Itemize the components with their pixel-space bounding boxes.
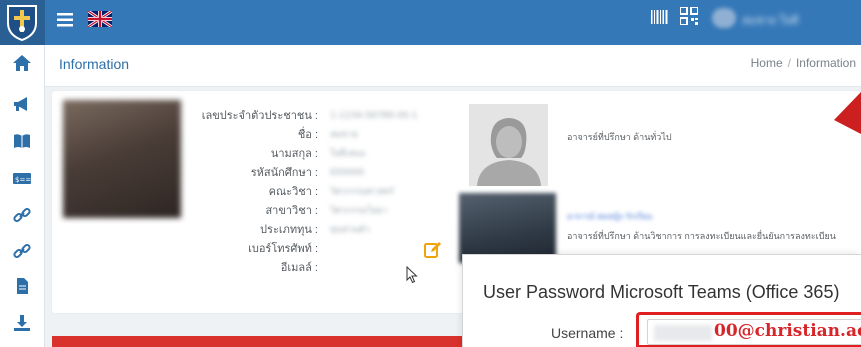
breadcrumb-home-link[interactable]: Home: [751, 56, 783, 70]
book-icon[interactable]: [12, 132, 32, 150]
svg-text:$==: $==: [15, 176, 31, 184]
university-logo-icon: [7, 5, 37, 41]
value-scholarship-type: ทุนส่วนตัว: [330, 225, 370, 235]
popup-title: User Password Microsoft Teams (Office 36…: [483, 282, 840, 302]
label-faculty: คณะวิชา :: [268, 186, 318, 198]
red-arrow-annotation-icon: [834, 92, 861, 134]
avatar: [712, 8, 736, 28]
download-icon[interactable]: [12, 314, 32, 332]
megaphone-icon[interactable]: [12, 95, 32, 113]
sidebar: $==: [0, 45, 45, 347]
label-national-id: เลขประจำตัวประชาชน :: [201, 110, 318, 122]
label-major: สาขาวิชา :: [265, 205, 318, 217]
value-faculty: วิศวกรรมศาสตร์: [330, 187, 394, 197]
money-icon[interactable]: $==: [12, 169, 32, 187]
username-highlight-box: 00@christian.ac.t: [636, 312, 861, 347]
label-student-id: รหัสนักศึกษา :: [250, 167, 318, 179]
advisor-academic-label: อาจารย์ที่ปรึกษา ด้านวิชาการ การลงทะเบีย…: [567, 231, 836, 241]
top-navbar: สมชาย ใจดี: [0, 0, 861, 45]
uk-flag-icon[interactable]: [88, 11, 112, 27]
value-last-name: ใจดีเสมอ: [330, 149, 366, 159]
student-photo: [63, 100, 181, 218]
link-icon[interactable]: [12, 206, 32, 224]
label-email: อีเมลล์ :: [280, 262, 318, 274]
value-first-name: สมชาย: [330, 130, 358, 140]
username-label: Username :: [551, 325, 624, 341]
document-icon[interactable]: [12, 277, 32, 295]
qr-code-icon[interactable]: [680, 7, 698, 25]
link-icon[interactable]: [12, 242, 32, 260]
student-info-labels: เลขประจำตัวประชาชน : ชื่อ : นามสกุล : รห…: [190, 107, 318, 278]
user-menu[interactable]: สมชาย ใจดี: [712, 6, 861, 30]
advisor-placeholder-avatar: [469, 104, 548, 186]
hamburger-menu-icon[interactable]: [57, 12, 73, 28]
page-title: Information: [59, 56, 130, 72]
advisor-academic-name-link[interactable]: อาจารย์ สมหญิง รักเรียน: [567, 210, 652, 223]
barcode-icon[interactable]: [651, 10, 668, 24]
mouse-cursor-icon: [406, 266, 418, 284]
breadcrumb: Home / Information: [751, 56, 856, 70]
red-section-bar: [52, 336, 462, 347]
user-name: สมชาย ใจดี: [742, 14, 799, 27]
logo-container[interactable]: [0, 0, 45, 45]
username-redacted-prefix: [654, 325, 712, 341]
home-icon[interactable]: [12, 54, 32, 72]
page-header: Information Home / Information: [45, 45, 861, 87]
value-major: วิศวกรรมโยธา: [330, 206, 388, 216]
label-last-name: นามสกุล :: [270, 148, 318, 160]
value-national-id: 1-1234-56789-00-1: [330, 111, 418, 121]
advisor-academic-photo: [459, 193, 556, 263]
label-scholarship-type: ประเภททุน :: [260, 224, 318, 236]
username-field[interactable]: 00@christian.ac.t: [647, 319, 861, 345]
value-student-id: 650000: [330, 168, 365, 178]
breadcrumb-current: Information: [795, 56, 856, 70]
breadcrumb-separator: /: [787, 56, 791, 70]
label-phone: เบอร์โทรศัพท์ :: [248, 243, 318, 255]
teams-credentials-popup: User Password Microsoft Teams (Office 36…: [462, 254, 861, 347]
edit-icon[interactable]: [424, 241, 441, 258]
username-value: 00@christian.ac.t: [714, 321, 861, 341]
label-first-name: ชื่อ :: [297, 129, 318, 141]
advisor-general-label: อาจารย์ที่ปรึกษา ด้านทั่วไป: [567, 132, 672, 142]
value-email: [330, 259, 440, 278]
